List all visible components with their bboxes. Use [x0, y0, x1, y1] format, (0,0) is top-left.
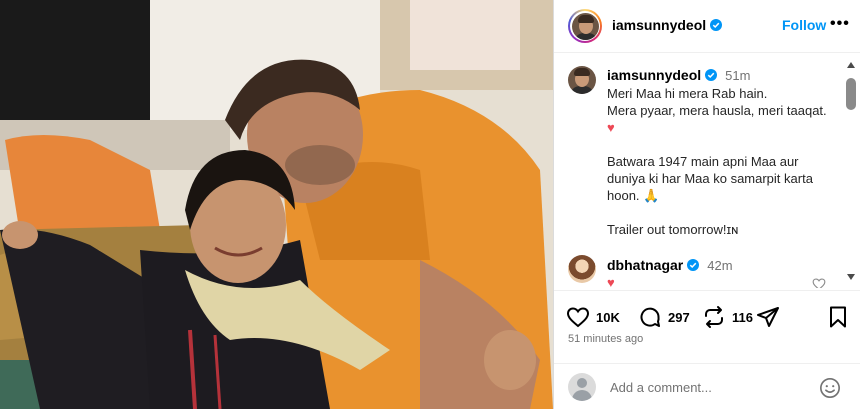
caption-line: Meri Maa hi mera Rab hain.: [607, 86, 768, 101]
post-photo[interactable]: [0, 0, 553, 409]
caption-line: Mera pyaar, mera hausla, meri taaqat.: [607, 103, 827, 118]
comment-text: ♥ ♥: [607, 275, 615, 288]
repost-icon[interactable]: [702, 305, 726, 329]
caption-time[interactable]: 51m: [725, 68, 750, 83]
header-username[interactable]: iamsunnydeol: [612, 17, 706, 33]
comment-header: dbhatnagar 42m: [607, 257, 733, 273]
scroll-down-arrow-icon[interactable]: [847, 274, 855, 280]
heart-icon[interactable]: [566, 305, 590, 329]
comment-count: 297: [668, 309, 690, 325]
story-ring-avatar[interactable]: [568, 9, 602, 43]
comments-scrollbar[interactable]: [845, 54, 857, 288]
header-username-wrap[interactable]: iamsunnydeol: [612, 17, 723, 33]
like-count: 10K: [596, 309, 620, 325]
repost-count: 116: [732, 309, 753, 325]
comments-section[interactable]: iamsunnydeol 51m Meri Maa hi mera Rab ha…: [554, 54, 860, 288]
avatar[interactable]: [568, 255, 596, 283]
caption-line: Batwara 1947 main apni Maa aur: [607, 154, 799, 169]
post-timestamp[interactable]: 51 minutes ago: [568, 333, 643, 345]
comment-bubble-icon[interactable]: [638, 305, 662, 329]
caption-line: duniya ki har Maa ko samarpit karta: [607, 171, 813, 186]
photo-illustration: [0, 0, 553, 409]
save-action[interactable]: [826, 305, 850, 329]
verified-badge-icon: [687, 259, 700, 271]
add-comment-input[interactable]: [610, 377, 810, 397]
verified-badge-icon: [705, 69, 718, 81]
comment-item: dbhatnagar 42m ♥ ♥: [568, 255, 733, 288]
avatar: [571, 12, 599, 40]
current-user-avatar: [568, 373, 596, 401]
like-action[interactable]: 10K: [566, 305, 620, 329]
verified-badge-icon: [710, 19, 723, 31]
caption-avatar[interactable]: [568, 66, 596, 94]
comment-action[interactable]: 297: [638, 305, 690, 329]
caption-line: hoon. 🙏: [607, 188, 660, 203]
caption-username[interactable]: iamsunnydeol: [607, 67, 701, 83]
caption-text: Meri Maa hi mera Rab hain. Mera pyaar, m…: [607, 85, 832, 238]
share-action[interactable]: [756, 305, 780, 329]
scroll-up-arrow-icon[interactable]: [847, 62, 855, 68]
post-side-panel: iamsunnydeol Follow ••• iamsunnydeol 51m…: [553, 0, 860, 409]
scroll-thumb[interactable]: [846, 78, 856, 110]
follow-button[interactable]: Follow: [782, 17, 826, 33]
comment-like-heart-icon[interactable]: [812, 277, 826, 288]
comment-username[interactable]: dbhatnagar: [607, 257, 683, 273]
add-comment-bar: [554, 363, 860, 409]
share-paper-plane-icon[interactable]: [756, 305, 780, 329]
caption-header: iamsunnydeol 51m: [607, 67, 750, 83]
heart-emoji: ♥: [607, 120, 615, 135]
post-header: iamsunnydeol Follow •••: [554, 0, 860, 53]
comment-time[interactable]: 42m: [707, 258, 732, 273]
emoji-smiley-icon[interactable]: [819, 377, 841, 399]
bookmark-icon[interactable]: [826, 305, 850, 329]
more-options-icon[interactable]: •••: [830, 15, 850, 33]
avatar: [568, 66, 596, 94]
caption-line: Trailer out tomorrow!ɪɴ: [607, 222, 739, 237]
repost-action[interactable]: 116: [702, 305, 753, 329]
post-viewer: iamsunnydeol Follow ••• iamsunnydeol 51m…: [0, 0, 860, 409]
